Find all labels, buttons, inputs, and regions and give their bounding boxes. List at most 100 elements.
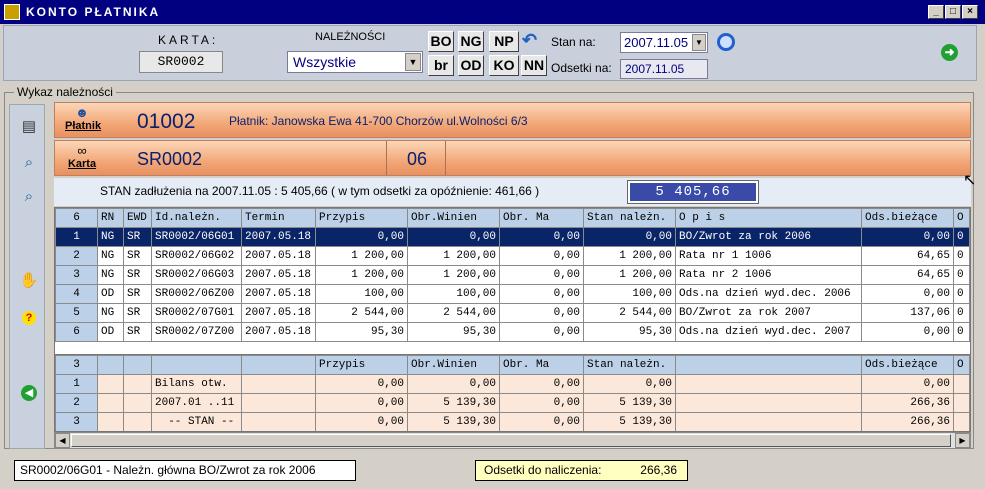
table-cell[interactable]: 0,00: [861, 374, 954, 394]
nn-button[interactable]: NN: [521, 55, 547, 76]
naleznosci-select[interactable]: Wszystkie ▼: [287, 51, 423, 73]
minimize-button[interactable]: _: [928, 5, 944, 19]
table-cell[interactable]: [241, 412, 316, 431]
table-cell[interactable]: -- STAN --: [151, 412, 242, 431]
table-row[interactable]: 6 OD SR SR0002/07Z00 2007.05.18 95,30 95,30 0,0…: [55, 322, 970, 342]
row-number[interactable]: 2: [55, 246, 98, 266]
platnik-button[interactable]: ☻ Płatnik: [65, 105, 101, 132]
table-cell[interactable]: 0: [953, 227, 970, 247]
table-cell[interactable]: [953, 393, 970, 413]
table-cell[interactable]: [953, 412, 970, 431]
table-cell[interactable]: BO/Zwrot za rok 2006: [675, 227, 862, 247]
column-header[interactable]: Ods.bieżące: [861, 355, 954, 375]
table-cell[interactable]: 1 200,00: [315, 246, 408, 266]
ko-button[interactable]: KO: [489, 55, 519, 76]
table-cell[interactable]: 100,00: [407, 284, 500, 304]
table-cell[interactable]: [123, 393, 152, 413]
table-cell[interactable]: 64,65: [861, 265, 954, 285]
table-row[interactable]: 5 NG SR SR0002/07G01 2007.05.18 2 544,00 2 544…: [55, 303, 970, 323]
help-icon[interactable]: ?: [22, 311, 36, 325]
column-header[interactable]: Stan należn.: [583, 208, 676, 228]
table-cell[interactable]: 100,00: [315, 284, 408, 304]
table-cell[interactable]: 2007.05.18: [241, 322, 316, 342]
table-cell[interactable]: NG: [97, 246, 124, 266]
table-cell[interactable]: BO/Zwrot za rok 2007: [675, 303, 862, 323]
table-cell[interactable]: [675, 393, 862, 413]
table-cell[interactable]: 2007.05.18: [241, 284, 316, 304]
row-number[interactable]: 2: [55, 393, 98, 413]
column-header[interactable]: Ods.bieżące: [861, 208, 954, 228]
table-cell[interactable]: 2007.05.18: [241, 246, 316, 266]
column-header[interactable]: [241, 355, 316, 375]
table-cell[interactable]: SR0002/07Z00: [151, 322, 242, 342]
table-cell[interactable]: 0: [953, 284, 970, 304]
table-cell[interactable]: SR0002/06G02: [151, 246, 242, 266]
table-cell[interactable]: NG: [97, 303, 124, 323]
table-cell[interactable]: 0,00: [315, 393, 408, 413]
table-cell[interactable]: SR0002/07G01: [151, 303, 242, 323]
column-header[interactable]: Obr. Ma: [499, 355, 584, 375]
table-cell[interactable]: [241, 393, 316, 413]
column-header[interactable]: Przypis: [315, 208, 408, 228]
table-cell[interactable]: SR: [123, 284, 152, 304]
chevron-down-icon[interactable]: ▼: [405, 53, 421, 71]
table-cell[interactable]: 0: [953, 303, 970, 323]
table-cell[interactable]: 2 544,00: [407, 303, 500, 323]
table-cell[interactable]: 266,36: [861, 412, 954, 431]
table-cell[interactable]: SR: [123, 227, 152, 247]
column-header[interactable]: O: [953, 355, 970, 375]
table-cell[interactable]: OD: [97, 322, 124, 342]
table-cell[interactable]: 1 200,00: [583, 265, 676, 285]
table-cell[interactable]: [123, 412, 152, 431]
search-icon[interactable]: ⌕: [19, 187, 39, 207]
table-cell[interactable]: 0,00: [499, 227, 584, 247]
table-cell[interactable]: 0: [953, 322, 970, 342]
column-header[interactable]: Przypis: [315, 355, 408, 375]
table-cell[interactable]: Rata nr 1 1006: [675, 246, 862, 266]
row-number[interactable]: 3: [55, 265, 98, 285]
table-cell[interactable]: 0,00: [499, 303, 584, 323]
row-number[interactable]: 3: [55, 412, 98, 431]
column-header[interactable]: 6: [55, 208, 98, 228]
table-cell[interactable]: SR0002/06Z00: [151, 284, 242, 304]
scroll-right-icon[interactable]: ▶: [955, 433, 970, 448]
column-header[interactable]: Termin: [241, 208, 316, 228]
table-row[interactable]: 1 NG SR SR0002/06G01 2007.05.18 0,00 0,00 0,00 0…: [55, 227, 970, 247]
table-cell[interactable]: [953, 374, 970, 394]
table-cell[interactable]: 0,00: [315, 412, 408, 431]
close-button[interactable]: ×: [962, 5, 978, 19]
table-row[interactable]: 3 NG SR SR0002/06G03 2007.05.18 1 200,00 1 200…: [55, 265, 970, 285]
maximize-button[interactable]: □: [945, 5, 961, 19]
table-cell[interactable]: [97, 393, 124, 413]
table-cell[interactable]: 0,00: [499, 393, 584, 413]
table-cell[interactable]: [123, 374, 152, 394]
horizontal-scrollbar[interactable]: ◀ ▶: [54, 432, 971, 449]
table-cell[interactable]: NG: [97, 265, 124, 285]
grid-view-icon[interactable]: ▤: [19, 117, 39, 137]
row-number[interactable]: 6: [55, 322, 98, 342]
table-cell[interactable]: SR: [123, 265, 152, 285]
table-cell[interactable]: 0,00: [583, 374, 676, 394]
table-cell[interactable]: 0,00: [861, 322, 954, 342]
scroll-left-icon[interactable]: ◀: [55, 433, 70, 448]
odsetki-date-field[interactable]: 2007.11.05: [620, 59, 708, 79]
table-cell[interactable]: 137,06: [861, 303, 954, 323]
table-cell[interactable]: Ods.na dzień wyd.dec. 2006: [675, 284, 862, 304]
table-cell[interactable]: 0,00: [861, 227, 954, 247]
column-header[interactable]: Obr.Winien: [407, 208, 500, 228]
table-row[interactable]: 4 OD SR SR0002/06Z00 2007.05.18 100,00 100,00 0…: [55, 284, 970, 304]
od-button[interactable]: OD: [458, 55, 484, 76]
table-cell[interactable]: SR: [123, 322, 152, 342]
bo-button[interactable]: BO: [428, 31, 454, 52]
table-cell[interactable]: 266,36: [861, 393, 954, 413]
table-cell[interactable]: 5 139,30: [583, 412, 676, 431]
table-row[interactable]: 1 Bilans otw. 0,00 0,00 0,00 0,00 0,00: [55, 374, 970, 394]
column-header[interactable]: Obr. Ma: [499, 208, 584, 228]
table-cell[interactable]: SR0002/06G01: [151, 227, 242, 247]
table-cell[interactable]: 95,30: [583, 322, 676, 342]
table-cell[interactable]: SR0002/06G03: [151, 265, 242, 285]
table-cell[interactable]: 95,30: [407, 322, 500, 342]
table-cell[interactable]: 1 200,00: [407, 265, 500, 285]
table-cell[interactable]: OD: [97, 284, 124, 304]
table-row[interactable]: 2 2007.01 ..11 0,00 5 139,30 0,00 5 139,30 266…: [55, 393, 970, 413]
